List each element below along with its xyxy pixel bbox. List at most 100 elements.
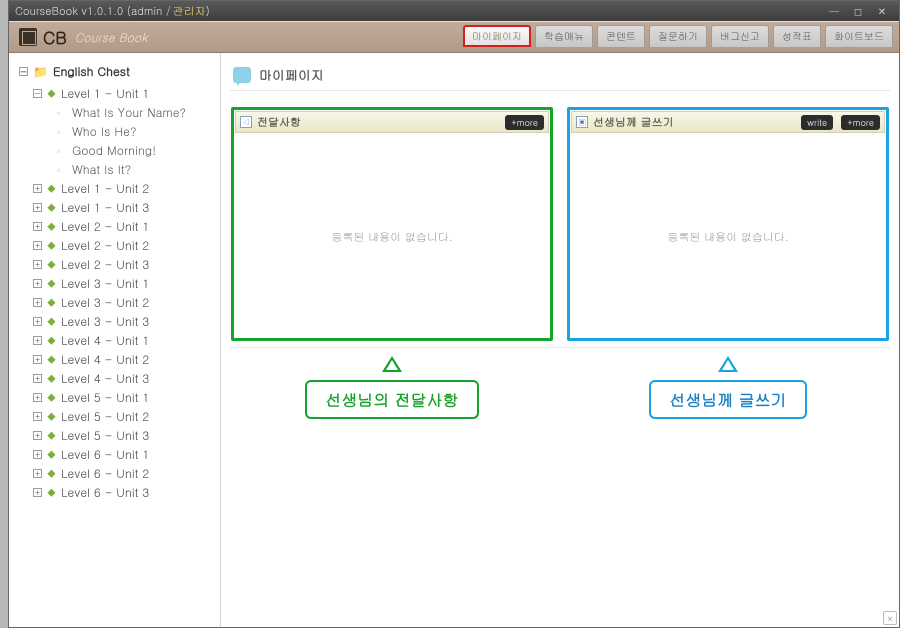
- tree-unit-label: Level 3 - Unit 3: [61, 313, 149, 330]
- tree-unit[interactable]: +◆Level 6 - Unit 2: [33, 464, 216, 483]
- tree-unit[interactable]: +◆Level 5 - Unit 2: [33, 407, 216, 426]
- diamond-icon: ◆: [47, 353, 56, 366]
- callout-write-to-teacher: 선생님께 글쓰기: [649, 380, 806, 419]
- window-title-role: 관리자: [173, 4, 206, 19]
- tab-mypage[interactable]: 마이페이지: [463, 25, 531, 47]
- diamond-icon: ◆: [47, 315, 56, 328]
- tree-unit[interactable]: + ◆ Level 3 - Unit 1: [33, 274, 216, 293]
- expand-icon[interactable]: +: [33, 355, 42, 364]
- tree-unit-label: Level 4 - Unit 1: [61, 332, 149, 349]
- tree-unit-label: Level 1 - Unit 2: [61, 180, 149, 197]
- sidebar: − 📁 English Chest − ◆ Level 1 - Unit 1: [9, 53, 221, 627]
- diamond-icon: ◆: [47, 334, 56, 347]
- tree-unit[interactable]: +◆Level 2 - Unit 3: [33, 255, 216, 274]
- tree-unit-label: Level 5 - Unit 2: [61, 408, 149, 425]
- tree-unit[interactable]: + ◆ Level 3 - Unit 3: [33, 312, 216, 331]
- diamond-icon: ◆: [47, 220, 56, 233]
- expand-icon[interactable]: +: [33, 412, 42, 421]
- expand-icon[interactable]: +: [33, 336, 42, 345]
- page-icon: ▫: [57, 144, 67, 158]
- arrow-up-icon: [718, 356, 738, 372]
- brand-subtitle: Course Book: [75, 29, 147, 46]
- diamond-icon: ◆: [47, 182, 56, 195]
- tab-content[interactable]: 콘텐트: [597, 25, 645, 47]
- brand-logo-icon: [19, 28, 37, 46]
- diamond-icon: ◆: [47, 296, 56, 309]
- tab-report-card[interactable]: 성적표: [773, 25, 821, 47]
- diamond-icon: ◆: [47, 486, 56, 499]
- maximize-button[interactable]: ◻: [847, 5, 869, 18]
- panel-header: ▣ 선생님께 글쓰기 write +more: [571, 111, 885, 133]
- page-icon: ▫: [57, 125, 67, 139]
- tree-unit-label: Level 4 - Unit 2: [61, 351, 149, 368]
- tree-unit[interactable]: + ◆ Level 4 - Unit 1: [33, 331, 216, 350]
- write-button[interactable]: write: [801, 115, 833, 130]
- expand-icon[interactable]: +: [33, 260, 42, 269]
- divider: [231, 347, 889, 348]
- brand-logo-text: CB: [43, 25, 67, 49]
- diamond-icon: ◆: [47, 87, 56, 100]
- diamond-icon: ◆: [47, 277, 56, 290]
- callouts-row: 선생님의 전달사항 선생님께 글쓰기: [231, 356, 889, 419]
- tree-unit[interactable]: +◆Level 1 - Unit 3: [33, 198, 216, 217]
- tab-learning-menu[interactable]: 학습매뉴: [535, 25, 593, 47]
- close-button[interactable]: ✕: [871, 5, 893, 18]
- expand-icon[interactable]: +: [33, 488, 42, 497]
- expand-icon[interactable]: +: [33, 241, 42, 250]
- expand-icon[interactable]: +: [33, 279, 42, 288]
- top-nav: 마이페이지 학습매뉴 콘텐트 질문하기 버그신고 성적표 화이트보드: [463, 25, 893, 47]
- tree-page[interactable]: ▫ Who Is He?: [57, 122, 216, 141]
- tree-unit-label: Level 1 - Unit 1: [61, 85, 149, 102]
- tree-unit-label: Level 5 - Unit 3: [61, 427, 149, 444]
- tree-page-label: Who Is He?: [72, 123, 136, 140]
- tree-unit[interactable]: +◆Level 2 - Unit 1: [33, 217, 216, 236]
- window-title-prefix: CourseBook v1.0.1.0 (admin /: [15, 4, 171, 19]
- tree-unit-label: Level 3 - Unit 1: [61, 275, 149, 292]
- tree-unit[interactable]: + ◆ Level 5 - Unit 1: [33, 388, 216, 407]
- more-button[interactable]: +more: [841, 115, 880, 130]
- diamond-icon: ◆: [47, 391, 56, 404]
- expand-icon[interactable]: +: [33, 184, 42, 193]
- more-button[interactable]: +more: [505, 115, 544, 130]
- tree-unit[interactable]: +◆Level 2 - Unit 2: [33, 236, 216, 255]
- tree-unit-label: Level 6 - Unit 3: [61, 484, 149, 501]
- tab-ask-question[interactable]: 질문하기: [649, 25, 707, 47]
- diamond-icon: ◆: [47, 201, 56, 214]
- minimize-button[interactable]: —: [823, 5, 845, 18]
- tree-root[interactable]: − 📁 English Chest: [19, 61, 216, 82]
- panel-title: 선생님께 글쓰기: [593, 115, 793, 130]
- expand-icon[interactable]: +: [33, 374, 42, 383]
- expand-icon[interactable]: +: [33, 431, 42, 440]
- tab-whiteboard[interactable]: 화이트보드: [825, 25, 893, 47]
- brand-bar: CB Course Book 마이페이지 학습매뉴 콘텐트 질문하기 버그신고 …: [9, 21, 899, 53]
- collapse-icon[interactable]: −: [33, 89, 42, 98]
- expand-icon[interactable]: +: [33, 450, 42, 459]
- tab-bug-report[interactable]: 버그신고: [711, 25, 769, 47]
- tree-page[interactable]: ▫ Good Morning!: [57, 141, 216, 160]
- panel-header: ◁ 전달사항 +more: [235, 111, 549, 133]
- tree-unit[interactable]: + ◆ Level 4 - Unit 2: [33, 350, 216, 369]
- expand-icon[interactable]: +: [33, 298, 42, 307]
- tree-unit[interactable]: + ◆ Level 3 - Unit 2: [33, 293, 216, 312]
- expand-icon[interactable]: +: [33, 393, 42, 402]
- callout-left: 선생님의 전달사항: [231, 356, 553, 419]
- expand-icon[interactable]: +: [33, 317, 42, 326]
- collapse-icon[interactable]: −: [19, 67, 28, 76]
- expand-icon[interactable]: +: [33, 203, 42, 212]
- tree-unit[interactable]: +◆Level 4 - Unit 3: [33, 369, 216, 388]
- tree-page[interactable]: ▫ What Is It?: [57, 160, 216, 179]
- window-title-suffix: ): [206, 4, 210, 19]
- tree-page[interactable]: ▫ What Is Your Name?: [57, 103, 216, 122]
- tree-unit[interactable]: + ◆ Level 1 - Unit 2: [33, 179, 216, 198]
- tree-unit[interactable]: +◆Level 6 - Unit 1: [33, 445, 216, 464]
- tree-unit-expanded[interactable]: − ◆ Level 1 - Unit 1: [33, 84, 216, 103]
- expand-icon[interactable]: +: [33, 469, 42, 478]
- tree-unit[interactable]: +◆Level 5 - Unit 3: [33, 426, 216, 445]
- expand-icon[interactable]: +: [33, 222, 42, 231]
- tree-page-label: What Is Your Name?: [72, 104, 186, 121]
- hint-close-button[interactable]: ×: [883, 611, 897, 625]
- tree-unit-label: Level 5 - Unit 1: [61, 389, 149, 406]
- tree-page-label: Good Morning!: [72, 142, 156, 159]
- tree-unit-label: Level 3 - Unit 2: [61, 294, 149, 311]
- tree-unit[interactable]: + ◆ Level 6 - Unit 3: [33, 483, 216, 502]
